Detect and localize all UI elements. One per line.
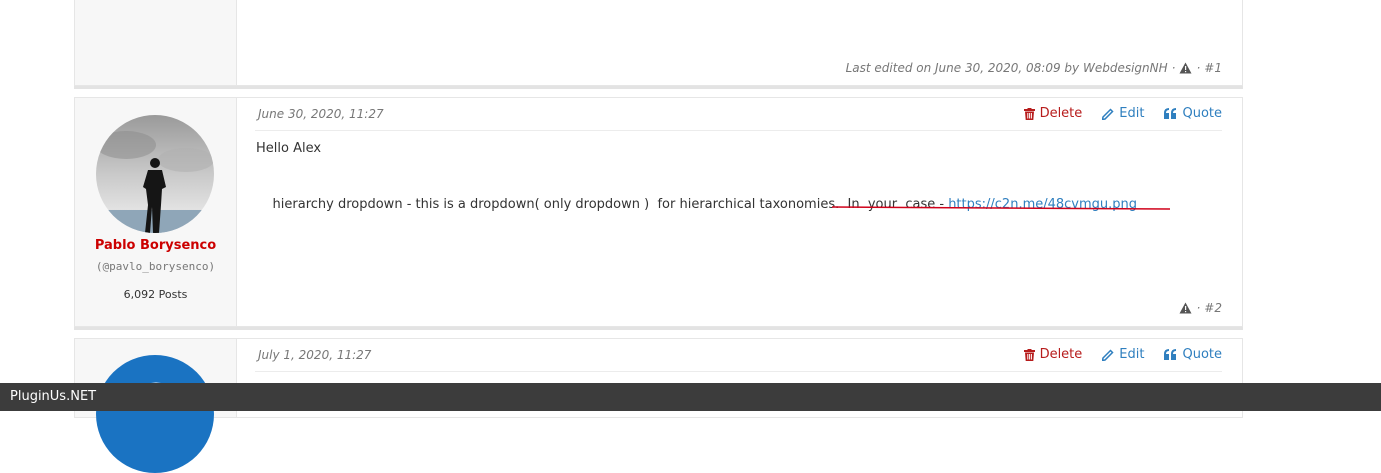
post-2-shadow	[74, 327, 1243, 330]
post-1-shadow	[74, 86, 1243, 89]
post-header-divider	[255, 371, 1222, 372]
quote-label: Quote	[1182, 347, 1222, 362]
separator: ·	[1171, 61, 1176, 75]
delete-label: Delete	[1039, 347, 1083, 362]
pencil-icon	[1102, 348, 1114, 361]
author-post-count: 6,092 Posts	[123, 288, 188, 301]
post-1: Last edited on June 30, 2020, 08:09 by W…	[74, 0, 1243, 86]
quote-icon	[1164, 108, 1177, 119]
trash-icon	[1023, 348, 1035, 361]
delete-label: Delete	[1039, 106, 1083, 121]
edit-label: Edit	[1119, 347, 1145, 362]
avatar[interactable]	[96, 115, 214, 233]
post-greeting: Hello Alex	[256, 141, 322, 156]
separator: ·	[1196, 301, 1201, 315]
edit-button[interactable]: Edit	[1102, 106, 1144, 121]
trash-icon	[1023, 107, 1035, 120]
post-1-author-column	[75, 0, 237, 85]
post-2: Pablo Borysenco (@pavlo_borysenco) 6,092…	[74, 97, 1243, 327]
bottom-brand-bar: PluginUs.NET	[0, 383, 1381, 411]
post-2-author-column: Pablo Borysenco (@pavlo_borysenco) 6,092…	[75, 98, 237, 326]
delete-button[interactable]: Delete	[1023, 106, 1083, 121]
report-warning-icon[interactable]	[1179, 302, 1192, 314]
post-1-footer-meta: Last edited on June 30, 2020, 08:09 by W…	[846, 61, 1222, 75]
quote-button[interactable]: Quote	[1164, 347, 1222, 362]
quote-icon	[1164, 349, 1177, 360]
post-2-footer-meta: · #2	[1179, 301, 1222, 315]
post-date: June 30, 2020, 11:27	[258, 107, 384, 121]
post-number[interactable]: #2	[1204, 301, 1222, 315]
red-annotation-underline	[831, 206, 1171, 210]
separator: ·	[1196, 61, 1201, 75]
author-handle: (@pavlo_borysenco)	[95, 260, 216, 273]
edit-button[interactable]: Edit	[1102, 347, 1144, 362]
brand-label[interactable]: PluginUs.NET	[10, 389, 96, 404]
edit-label: Edit	[1119, 106, 1145, 121]
pencil-icon	[1102, 107, 1114, 120]
avatar[interactable]	[96, 355, 214, 473]
delete-button[interactable]: Delete	[1023, 347, 1083, 362]
post-number[interactable]: #1	[1204, 61, 1222, 75]
author-name[interactable]: Pablo Borysenco	[75, 238, 236, 253]
edited-note: Last edited on June 30, 2020, 08:09 by W…	[845, 61, 1168, 75]
post-header-divider	[255, 130, 1222, 131]
quote-label: Quote	[1182, 106, 1222, 121]
post-actions: Delete Edit Quote	[1023, 106, 1222, 121]
post-actions: Delete Edit Quote	[1023, 347, 1222, 362]
report-warning-icon[interactable]	[1179, 62, 1192, 74]
post-date: July 1, 2020, 11:27	[258, 348, 372, 362]
quote-button[interactable]: Quote	[1164, 106, 1222, 121]
